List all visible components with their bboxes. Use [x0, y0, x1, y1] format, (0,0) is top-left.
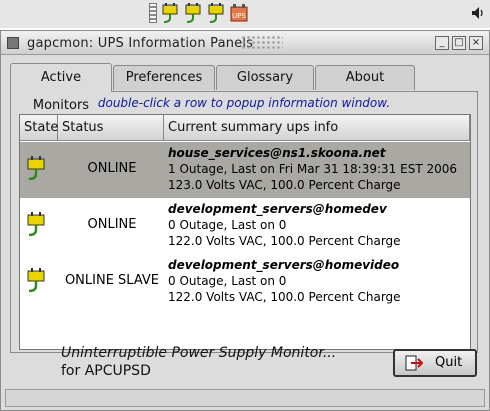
row-host: house_services@ns1.skoona.net — [168, 146, 386, 160]
row-outage: 1 Outage, Last on Fri Mar 31 18:39:31 ES… — [168, 162, 458, 176]
ups-table: State Status Current summary ups info ON… — [19, 114, 471, 350]
quit-button[interactable]: Quit — [393, 349, 477, 377]
quit-label: Quit — [435, 355, 463, 370]
row-info: development_servers@homevideo 0 Outage, … — [168, 257, 401, 305]
ups-plug-icon — [27, 212, 45, 236]
row-host: development_servers@homedev — [168, 202, 387, 216]
ups-warning-icon[interactable]: UPS — [229, 3, 249, 23]
window-menu-icon[interactable] — [7, 37, 19, 49]
row-status: ONLINE SLAVE — [64, 273, 160, 288]
ups-plug-icon[interactable] — [160, 3, 180, 23]
row-info: development_servers@homedev 0 Outage, La… — [168, 201, 401, 249]
ups-plug-icon[interactable] — [206, 3, 226, 23]
column-header-summary[interactable]: Current summary ups info — [164, 115, 470, 141]
table-row[interactable]: ONLINE SLAVE development_servers@homevid… — [20, 254, 470, 310]
footer-title: Uninterruptible Power Supply Monitor... — [61, 345, 337, 361]
row-status: ONLINE — [87, 161, 137, 176]
tab-preferences[interactable]: Preferences — [113, 65, 215, 90]
exit-door-icon — [405, 355, 423, 371]
maximize-button[interactable]: □ — [452, 36, 466, 50]
row-outage: 0 Outage, Last on 0 — [168, 274, 287, 288]
svg-text:UPS: UPS — [232, 12, 246, 20]
top-panel: UPS — [0, 0, 490, 28]
app-window: gapcmon: UPS Information Panels _ □ × Ac… — [0, 30, 490, 411]
ups-plug-icon — [27, 268, 45, 292]
row-info: house_services@ns1.skoona.net 1 Outage, … — [168, 145, 457, 193]
minimize-button[interactable]: _ — [435, 36, 449, 50]
row-power: 122.0 Volts VAC, 100.0 Percent Charge — [168, 290, 401, 304]
ups-plug-icon — [27, 156, 45, 180]
status-bar — [5, 389, 485, 407]
row-outage: 0 Outage, Last on 0 — [168, 218, 287, 232]
tab-about[interactable]: About — [315, 65, 415, 90]
ups-plug-icon[interactable] — [183, 3, 203, 23]
title-grip-pattern — [241, 35, 283, 51]
close-button[interactable]: × — [469, 36, 483, 50]
panel-drag-handle[interactable] — [149, 3, 157, 23]
row-status: ONLINE — [87, 217, 137, 232]
title-bar[interactable]: gapcmon: UPS Information Panels _ □ × — [1, 31, 489, 55]
row-host: development_servers@homevideo — [168, 258, 400, 272]
window-title: gapcmon: UPS Information Panels — [27, 36, 254, 51]
row-power: 122.0 Volts VAC, 100.0 Percent Charge — [168, 234, 401, 248]
speaker-icon[interactable] — [470, 5, 486, 21]
active-monitors-panel: double-click a row to popup information … — [10, 91, 478, 353]
footer-subtitle: for APCUPSD — [61, 363, 151, 379]
row-power: 123.0 Volts VAC, 100.0 Percent Charge — [168, 178, 401, 192]
table-row[interactable]: ONLINE development_servers@homedev 0 Out… — [20, 198, 470, 254]
table-row[interactable]: ONLINE house_services@ns1.skoona.net 1 O… — [20, 142, 470, 198]
tab-glossary[interactable]: Glossary — [216, 65, 314, 90]
tab-active-monitors[interactable]: Active Monitors — [10, 63, 112, 113]
